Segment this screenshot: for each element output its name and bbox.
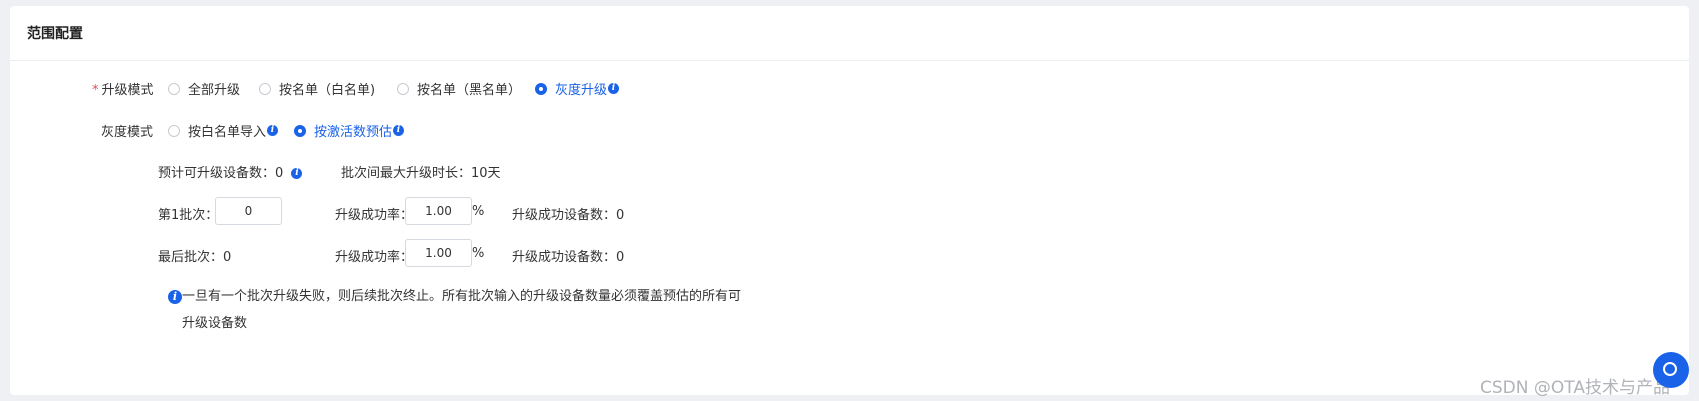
notice-text-1: 一旦有一个批次升级失败，则后续批次终止。所有批次输入的升级设备数量必须覆盖预估的… (182, 289, 742, 304)
info-icon[interactable]: i (267, 125, 279, 136)
last-batch-rate-input[interactable]: 1.00 (405, 239, 472, 267)
required-mark: * (92, 83, 99, 98)
last-batch: 最后批次：0 (158, 246, 231, 265)
info-icon[interactable]: i (291, 168, 303, 179)
option-label: 全部升级 (188, 83, 241, 98)
range-config-card: 范围配置 * 升级模式 全部升级 按名单（白名单) 按名单（黑名单） 灰度升级 i… (10, 6, 1689, 395)
upgrade-mode-option-gray[interactable]: 灰度升级 i (535, 79, 620, 98)
watermark: CSDN @OTA技术与产品 (1480, 378, 1670, 398)
radio-icon[interactable] (259, 82, 271, 95)
upgrade-mode-option-all[interactable]: 全部升级 (168, 79, 240, 98)
first-batch-input[interactable]: 0 (215, 197, 282, 225)
info-icon[interactable]: i (608, 83, 620, 94)
option-label: 按名单（白名单) (279, 83, 376, 98)
notice-line-1: i 一旦有一个批次升级失败，则后续批次终止。所有批次输入的升级设备数量必须覆盖预估… (167, 285, 741, 304)
first-batch-label: 第1批次： (158, 208, 219, 223)
info-icon[interactable]: i (393, 125, 405, 136)
first-batch-success: 升级成功设备数：0 (512, 204, 624, 223)
last-batch-success: 升级成功设备数：0 (512, 246, 624, 265)
estimated-devices: 预计可升级设备数：0 i (158, 162, 303, 181)
success-devices-label: 升级成功设备数： (512, 250, 617, 265)
info-icon: i (168, 289, 182, 304)
max-duration-value: 10天 (471, 166, 501, 181)
upgrade-mode-label: * 升级模式 (92, 79, 154, 98)
option-label: 按激活数预估 (314, 125, 393, 140)
percent-unit: % (472, 204, 485, 219)
gray-mode-option-whitelist-import[interactable]: 按白名单导入 i (168, 121, 279, 140)
success-devices-value: 0 (616, 250, 625, 265)
radio-icon[interactable] (168, 82, 180, 95)
gray-mode-label: 灰度模式 (101, 125, 154, 140)
max-batch-duration: 批次间最大升级时长：10天 (341, 162, 501, 181)
notice-line-2: 升级设备数 (182, 316, 248, 331)
success-devices-label: 升级成功设备数： (512, 208, 617, 223)
first-batch-rate-label: 升级成功率： (335, 208, 414, 223)
radio-icon[interactable] (168, 124, 180, 137)
upgrade-mode-option-whitelist[interactable]: 按名单（白名单) (259, 79, 375, 98)
first-batch-rate-input[interactable]: 1.00 (405, 197, 472, 225)
max-duration-label: 批次间最大升级时长： (341, 166, 472, 181)
option-label: 灰度升级 (555, 83, 608, 98)
upgrade-mode-label-text: 升级模式 (101, 83, 154, 98)
percent-unit: % (472, 246, 485, 261)
radio-checked-icon[interactable] (535, 82, 547, 95)
help-chat-icon[interactable] (1653, 352, 1689, 388)
card-title: 范围配置 (10, 6, 1689, 61)
radio-checked-icon[interactable] (294, 124, 306, 137)
last-batch-rate-label: 升级成功率： (335, 250, 414, 265)
option-label: 按名单（黑名单） (417, 83, 522, 98)
success-devices-value: 0 (616, 208, 625, 223)
option-label: 按白名单导入 (188, 125, 267, 140)
upgrade-mode-option-blacklist[interactable]: 按名单（黑名单） (397, 79, 521, 98)
estimated-devices-label: 预计可升级设备数： (158, 166, 276, 181)
radio-icon[interactable] (397, 82, 409, 95)
estimated-devices-value: 0 (275, 166, 284, 181)
last-batch-label: 最后批次： (158, 250, 224, 265)
last-batch-value: 0 (223, 250, 232, 265)
gray-mode-option-activation-estimate[interactable]: 按激活数预估 i (294, 121, 405, 140)
